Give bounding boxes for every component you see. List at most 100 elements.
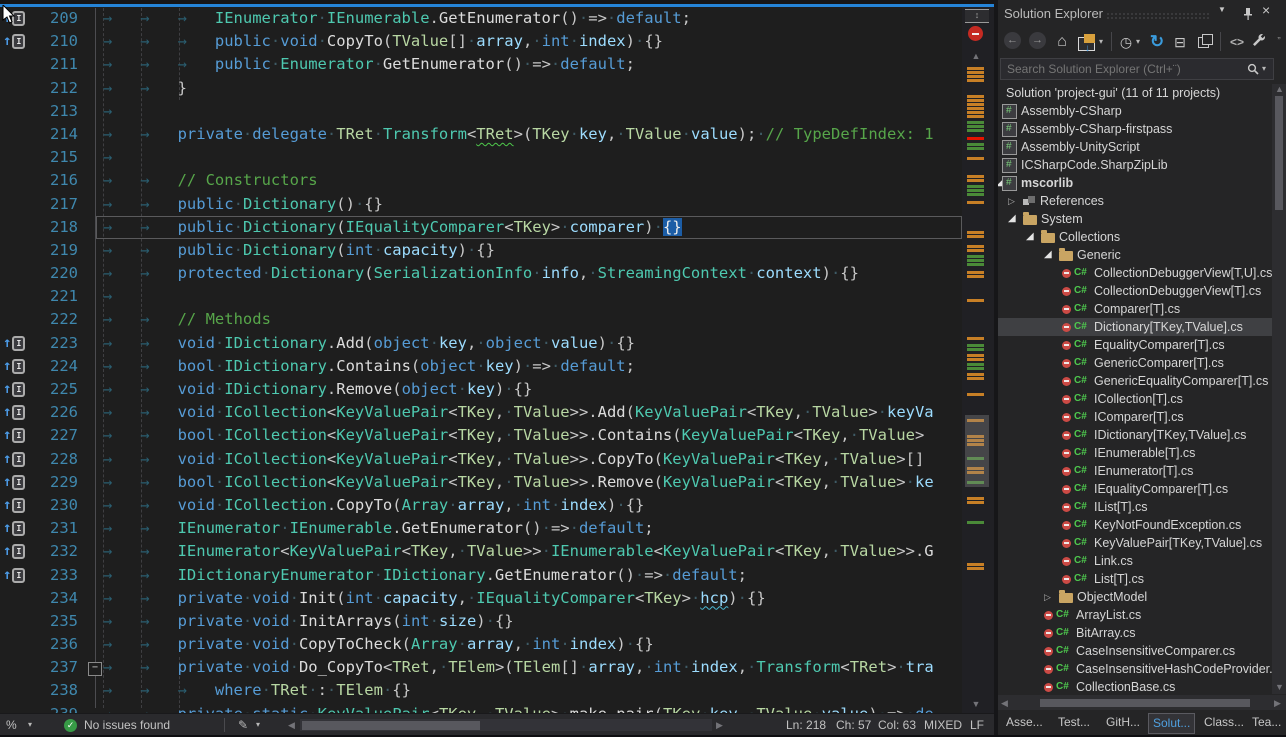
solution-tree[interactable]: Solution 'project-gui' (11 of 11 project… bbox=[998, 84, 1272, 694]
search-icon[interactable] bbox=[1247, 63, 1259, 75]
code-line-234[interactable]: 234→→private·void·Init(int·capacity,·IEq… bbox=[0, 587, 962, 610]
tree-item-mscorlib[interactable]: ◢mscorlib bbox=[998, 174, 1272, 192]
pen-dropdown-icon[interactable]: ▾ bbox=[256, 714, 260, 736]
tree-file-GenericComparer[T].cs[interactable]: C#GenericComparer[T].cs bbox=[998, 354, 1272, 372]
back-button[interactable]: ← bbox=[1004, 32, 1021, 49]
implements-glyph-icon[interactable]: ↑I bbox=[3, 401, 25, 424]
code-line-212[interactable]: 212→→} bbox=[0, 77, 962, 100]
implements-glyph-icon[interactable]: ↑I bbox=[3, 494, 25, 517]
code-area[interactable]: ↑I209→→→IEnumerator·IEnumerable.GetEnume… bbox=[0, 7, 962, 713]
tree-file-CollectionDebuggerView[T].cs[interactable]: C#CollectionDebuggerView[T].cs bbox=[998, 282, 1272, 300]
code-line-217[interactable]: 217→→public·Dictionary()·{} bbox=[0, 193, 962, 216]
search-dropdown-icon[interactable]: ▾ bbox=[1262, 64, 1266, 73]
search-input[interactable] bbox=[1005, 60, 1239, 78]
code-line-219[interactable]: 219→→public·Dictionary(int·capacity)·{} bbox=[0, 239, 962, 262]
se-hscroll-left-arrow[interactable]: ◀ bbox=[1001, 698, 1008, 709]
implements-glyph-icon[interactable]: ↑I bbox=[3, 378, 25, 401]
tree-file-Comparer[T].cs[interactable]: C#Comparer[T].cs bbox=[998, 300, 1272, 318]
tree-item-Assembly-CSharp-firstpass[interactable]: Assembly-CSharp-firstpass bbox=[998, 120, 1272, 138]
se-hscroll-thumb[interactable] bbox=[1040, 699, 1250, 707]
tree-file-IDictionary[TKey,TValue].cs[interactable]: C#IDictionary[TKey,TValue].cs bbox=[998, 426, 1272, 444]
se-scroll-up-arrow[interactable]: ▲ bbox=[1275, 84, 1284, 94]
show-all-files-button[interactable] bbox=[1195, 32, 1213, 52]
tree-file-KeyNotFoundException.cs[interactable]: C#KeyNotFoundException.cs bbox=[998, 516, 1272, 534]
code-line-225[interactable]: ↑I225→→void·IDictionary.Remove(object·ke… bbox=[0, 378, 962, 401]
sync-dropdown-icon[interactable]: ▾ bbox=[1099, 32, 1103, 52]
issues-status-label[interactable]: No issues found bbox=[84, 714, 170, 736]
code-line-211[interactable]: 211→→→public·Enumerator·GetEnumerator()·… bbox=[0, 53, 962, 76]
code-line-213[interactable]: 213→ bbox=[0, 100, 962, 123]
expand-arrow-icon[interactable]: ▷ bbox=[1008, 192, 1023, 210]
collapse-all-button[interactable]: ⊟ bbox=[1172, 32, 1188, 52]
tree-item-Generic[interactable]: ◢Generic bbox=[998, 246, 1272, 264]
status-column[interactable]: Col: 63 bbox=[878, 714, 916, 736]
status-line-ending[interactable]: LF bbox=[970, 714, 984, 736]
code-line-228[interactable]: ↑I228→→void·ICollection<KeyValuePair<TKe… bbox=[0, 448, 962, 471]
tree-item-Collections[interactable]: ◢Collections bbox=[998, 228, 1272, 246]
tool-window-tab-GitH[interactable]: GitH... bbox=[1102, 713, 1144, 732]
tree-file-List[T].cs[interactable]: C#List[T].cs bbox=[998, 570, 1272, 588]
code-line-210[interactable]: ↑I210→→→public·void·CopyTo(TValue[]·arra… bbox=[0, 30, 962, 53]
tree-file-IComparer[T].cs[interactable]: C#IComparer[T].cs bbox=[998, 408, 1272, 426]
tool-window-tab-Class[interactable]: Class... bbox=[1200, 713, 1248, 732]
tree-file-CollectionDebuggerView[T,U].cs[interactable]: C#CollectionDebuggerView[T,U].cs bbox=[998, 264, 1272, 282]
code-line-209[interactable]: ↑I209→→→IEnumerator·IEnumerable.GetEnume… bbox=[0, 7, 962, 30]
tool-window-tab-Asse[interactable]: Asse... bbox=[1002, 713, 1047, 732]
code-line-222[interactable]: 222→→// Methods bbox=[0, 308, 962, 331]
scroll-up-arrow[interactable]: ▲ bbox=[962, 51, 990, 61]
tree-item-ICSharpCode.SharpZipLib[interactable]: ICSharpCode.SharpZipLib bbox=[998, 156, 1272, 174]
implements-glyph-icon[interactable]: ↑I bbox=[3, 332, 25, 355]
solution-search-box[interactable]: ▾ bbox=[1000, 58, 1274, 80]
tree-file-ICollection[T].cs[interactable]: C#ICollection[T].cs bbox=[998, 390, 1272, 408]
tree-file-GenericEqualityComparer[T].cs[interactable]: C#GenericEqualityComparer[T].cs bbox=[998, 372, 1272, 390]
editor-splitter-handle[interactable]: ↕ bbox=[965, 9, 989, 23]
tree-item-System[interactable]: ◢System bbox=[998, 210, 1272, 228]
implements-glyph-icon[interactable]: ↑I bbox=[3, 448, 25, 471]
pending-changes-filter-button[interactable]: ◷ bbox=[1118, 32, 1134, 52]
panel-position-chevron-icon[interactable]: ▼ bbox=[1218, 5, 1226, 14]
scroll-down-arrow[interactable]: ▼ bbox=[962, 699, 990, 709]
tree-file-CaseInsensitiveComparer.cs[interactable]: C#CaseInsensitiveComparer.cs bbox=[998, 642, 1272, 660]
code-line-221[interactable]: 221→ bbox=[0, 285, 962, 308]
editor-vertical-scrollbar[interactable]: ↕ ▲ ▼ bbox=[962, 7, 994, 713]
tool-window-tab-Tea[interactable]: Tea... bbox=[1248, 713, 1285, 732]
implements-glyph-icon[interactable]: ↑I bbox=[3, 30, 25, 53]
tree-item-ObjectModel[interactable]: ▷ObjectModel bbox=[998, 588, 1272, 606]
collapse-arrow-icon[interactable]: ◢ bbox=[1026, 228, 1041, 246]
pen-icon[interactable]: ✎ bbox=[238, 714, 248, 736]
status-encoding[interactable]: MIXED bbox=[924, 714, 962, 736]
view-code-button[interactable]: <> bbox=[1226, 32, 1248, 52]
code-line-235[interactable]: 235→→private·void·InitArrays(int·size)·{… bbox=[0, 610, 962, 633]
home-button[interactable]: ⌂ bbox=[1053, 32, 1071, 52]
tree-item-References[interactable]: ▷References bbox=[998, 192, 1272, 210]
tree-item-Solution 'project-gui' (11 of 11 projects)[interactable]: Solution 'project-gui' (11 of 11 project… bbox=[998, 84, 1272, 102]
code-line-237[interactable]: −237→→private·void·Do_CopyTo<TRet,·TElem… bbox=[0, 656, 962, 679]
tree-file-Dictionary[TKey,TValue].cs[interactable]: C#Dictionary[TKey,TValue].cs bbox=[998, 318, 1272, 336]
code-line-216[interactable]: 216→→// Constructors bbox=[0, 169, 962, 192]
tree-file-Link.cs[interactable]: C#Link.cs bbox=[998, 552, 1272, 570]
se-vscroll-thumb[interactable] bbox=[1275, 96, 1283, 210]
implements-glyph-icon[interactable]: ↑I bbox=[3, 540, 25, 563]
tree-item-Assembly-UnityScript[interactable]: Assembly-UnityScript bbox=[998, 138, 1272, 156]
editor-scrollbar-thumb[interactable] bbox=[965, 415, 989, 487]
code-line-230[interactable]: ↑I230→→void·ICollection.CopyTo(Array·arr… bbox=[0, 494, 962, 517]
collapse-arrow-icon[interactable]: ◢ bbox=[1008, 210, 1023, 228]
implements-glyph-icon[interactable]: ↑I bbox=[3, 471, 25, 494]
se-hscroll-right-arrow[interactable]: ▶ bbox=[1274, 698, 1281, 709]
implements-glyph-icon[interactable]: ↑I bbox=[3, 564, 25, 587]
tree-file-KeyValuePair[TKey,TValue].cs[interactable]: C#KeyValuePair[TKey,TValue].cs bbox=[998, 534, 1272, 552]
se-horizontal-scrollbar[interactable]: ◀ ▶ bbox=[998, 695, 1286, 710]
collapse-region-button[interactable]: − bbox=[88, 662, 102, 676]
tree-item-Assembly-CSharp[interactable]: Assembly-CSharp bbox=[998, 102, 1272, 120]
code-line-233[interactable]: ↑I233→→IDictionaryEnumerator·IDictionary… bbox=[0, 564, 962, 587]
code-line-231[interactable]: ↑I231→→IEnumerator·IEnumerable.GetEnumer… bbox=[0, 517, 962, 540]
close-icon[interactable]: × bbox=[1262, 2, 1270, 18]
code-line-223[interactable]: ↑I223→→void·IDictionary.Add(object·key,·… bbox=[0, 332, 962, 355]
tree-file-IList[T].cs[interactable]: C#IList[T].cs bbox=[998, 498, 1272, 516]
forward-button[interactable]: → bbox=[1029, 32, 1046, 49]
editor-hscroll-thumb[interactable] bbox=[302, 721, 480, 730]
tool-window-tab-Test[interactable]: Test... bbox=[1054, 713, 1094, 732]
editor-horizontal-scrollbar[interactable] bbox=[300, 719, 712, 731]
se-scroll-down-arrow[interactable]: ▼ bbox=[1275, 682, 1284, 692]
implements-glyph-icon[interactable]: ↑I bbox=[3, 517, 25, 540]
